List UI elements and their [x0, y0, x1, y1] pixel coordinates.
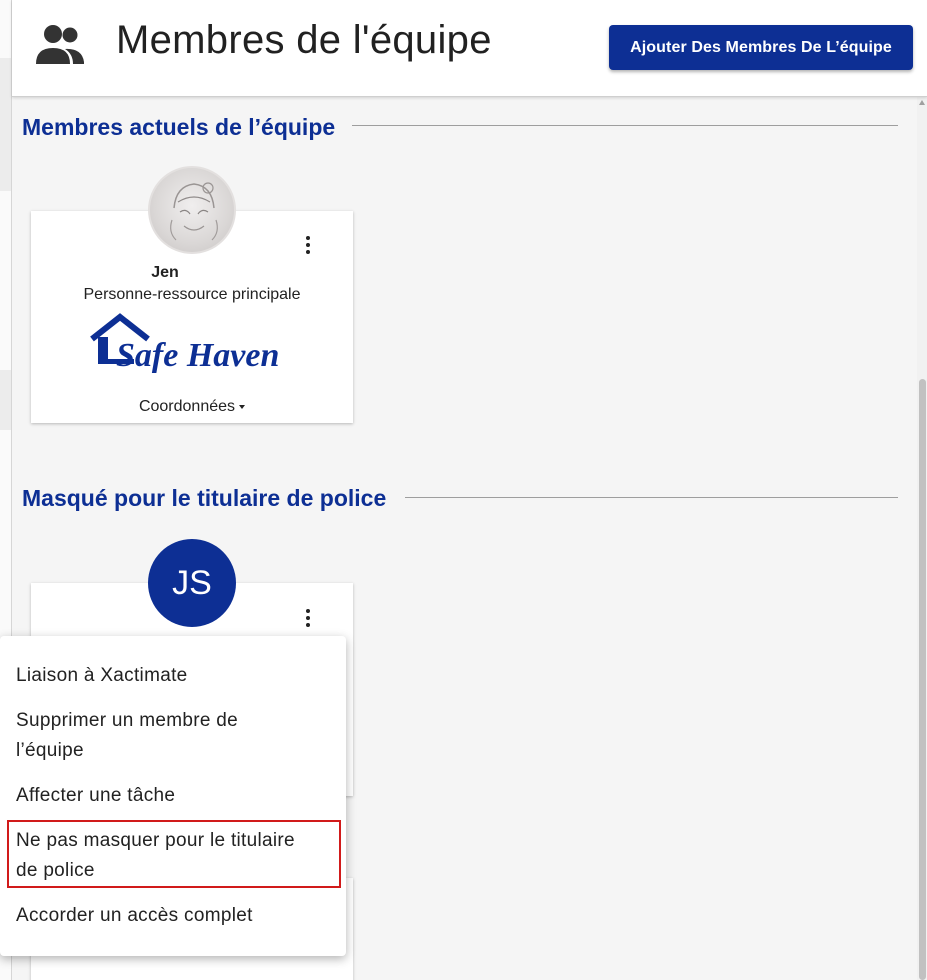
menu-item-grant-full-access[interactable]: Accorder un accès complet	[16, 901, 253, 931]
avatar-sketch-image	[170, 182, 218, 241]
safe-haven-logo: Safe Haven	[90, 313, 279, 374]
scroll-up-arrow-icon[interactable]	[919, 100, 925, 105]
avatar-initials: JS	[148, 539, 236, 627]
left-rail-segment	[0, 370, 11, 430]
page-header: Membres de l'équipe Ajouter Des Membres …	[12, 0, 927, 97]
contact-label: Coordonnées	[138, 398, 236, 415]
menu-item-label-line2: de police	[16, 860, 95, 881]
more-options-icon[interactable]	[305, 609, 311, 631]
menu-item-remove-member[interactable]: Supprimer un membre de l’équipe	[16, 706, 238, 766]
scrollbar[interactable]	[917, 97, 927, 980]
menu-item-label-line1: Ne pas masquer pour le titulaire	[16, 830, 295, 851]
member-role: Personne-ressource principale	[83, 286, 301, 303]
member-context-menu: Liaison à Xactimate Supprimer un membre …	[0, 636, 346, 956]
member-name: Jen	[151, 264, 179, 281]
menu-item-unhide-for-policyholder[interactable]: Ne pas masquer pour le titulaire de poli…	[16, 826, 295, 886]
scrollbar-thumb[interactable]	[919, 379, 926, 980]
logo-text: Safe Haven	[116, 337, 279, 374]
section-title-current-members: Membres actuels de l’équipe	[22, 114, 336, 140]
more-options-icon[interactable]	[305, 236, 311, 258]
add-team-members-button[interactable]: Ajouter Des Membres De L’équipe	[609, 25, 913, 70]
section-divider	[352, 125, 898, 126]
left-rail-segment	[0, 58, 11, 191]
contact-dropdown[interactable]: Coordonnées	[31, 398, 353, 416]
section-divider	[405, 497, 898, 498]
menu-item-assign-task[interactable]: Affecter une tâche	[16, 781, 175, 811]
menu-item-label-line1: Supprimer un membre de	[16, 710, 239, 731]
menu-item-label-line2: l’équipe	[16, 740, 84, 761]
menu-item-link-xactimate[interactable]: Liaison à Xactimate	[16, 661, 188, 691]
avatar	[148, 166, 236, 254]
page-title: Membres de l'équipe	[116, 18, 492, 62]
section-title-hidden-members: Masqué pour le titulaire de police	[22, 485, 387, 511]
team-icon	[36, 25, 84, 64]
caret-down-icon	[239, 404, 246, 409]
